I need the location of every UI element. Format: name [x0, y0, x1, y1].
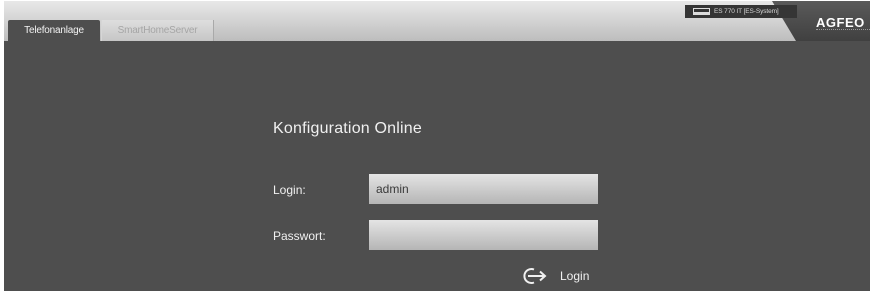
- tab-smarthomeserver[interactable]: SmartHomeServer: [101, 20, 214, 41]
- login-arrow-icon: [523, 268, 547, 284]
- tab-label: Telefonanlage: [24, 25, 84, 36]
- password-label: Passwort:: [273, 229, 326, 243]
- login-input[interactable]: [369, 174, 598, 204]
- login-button[interactable]: Login: [522, 264, 589, 288]
- device-label: ES 770 IT [ES-System]: [714, 8, 779, 15]
- tab-telefonanlage[interactable]: Telefonanlage: [8, 20, 100, 41]
- login-button-label: Login: [560, 269, 590, 283]
- password-input[interactable]: [369, 220, 598, 250]
- app-frame: Telefonanlage SmartHomeServer ES 770 IT …: [4, 1, 870, 291]
- monitor-icon: [693, 8, 710, 15]
- device-badge: ES 770 IT [ES-System]: [685, 5, 797, 18]
- login-label: Login:: [273, 183, 306, 197]
- page-title: Konfiguration Online: [273, 120, 422, 137]
- tab-label: SmartHomeServer: [117, 25, 198, 36]
- brand-tagline-mark: [816, 29, 870, 32]
- brand-logo: AGFEO: [816, 15, 865, 30]
